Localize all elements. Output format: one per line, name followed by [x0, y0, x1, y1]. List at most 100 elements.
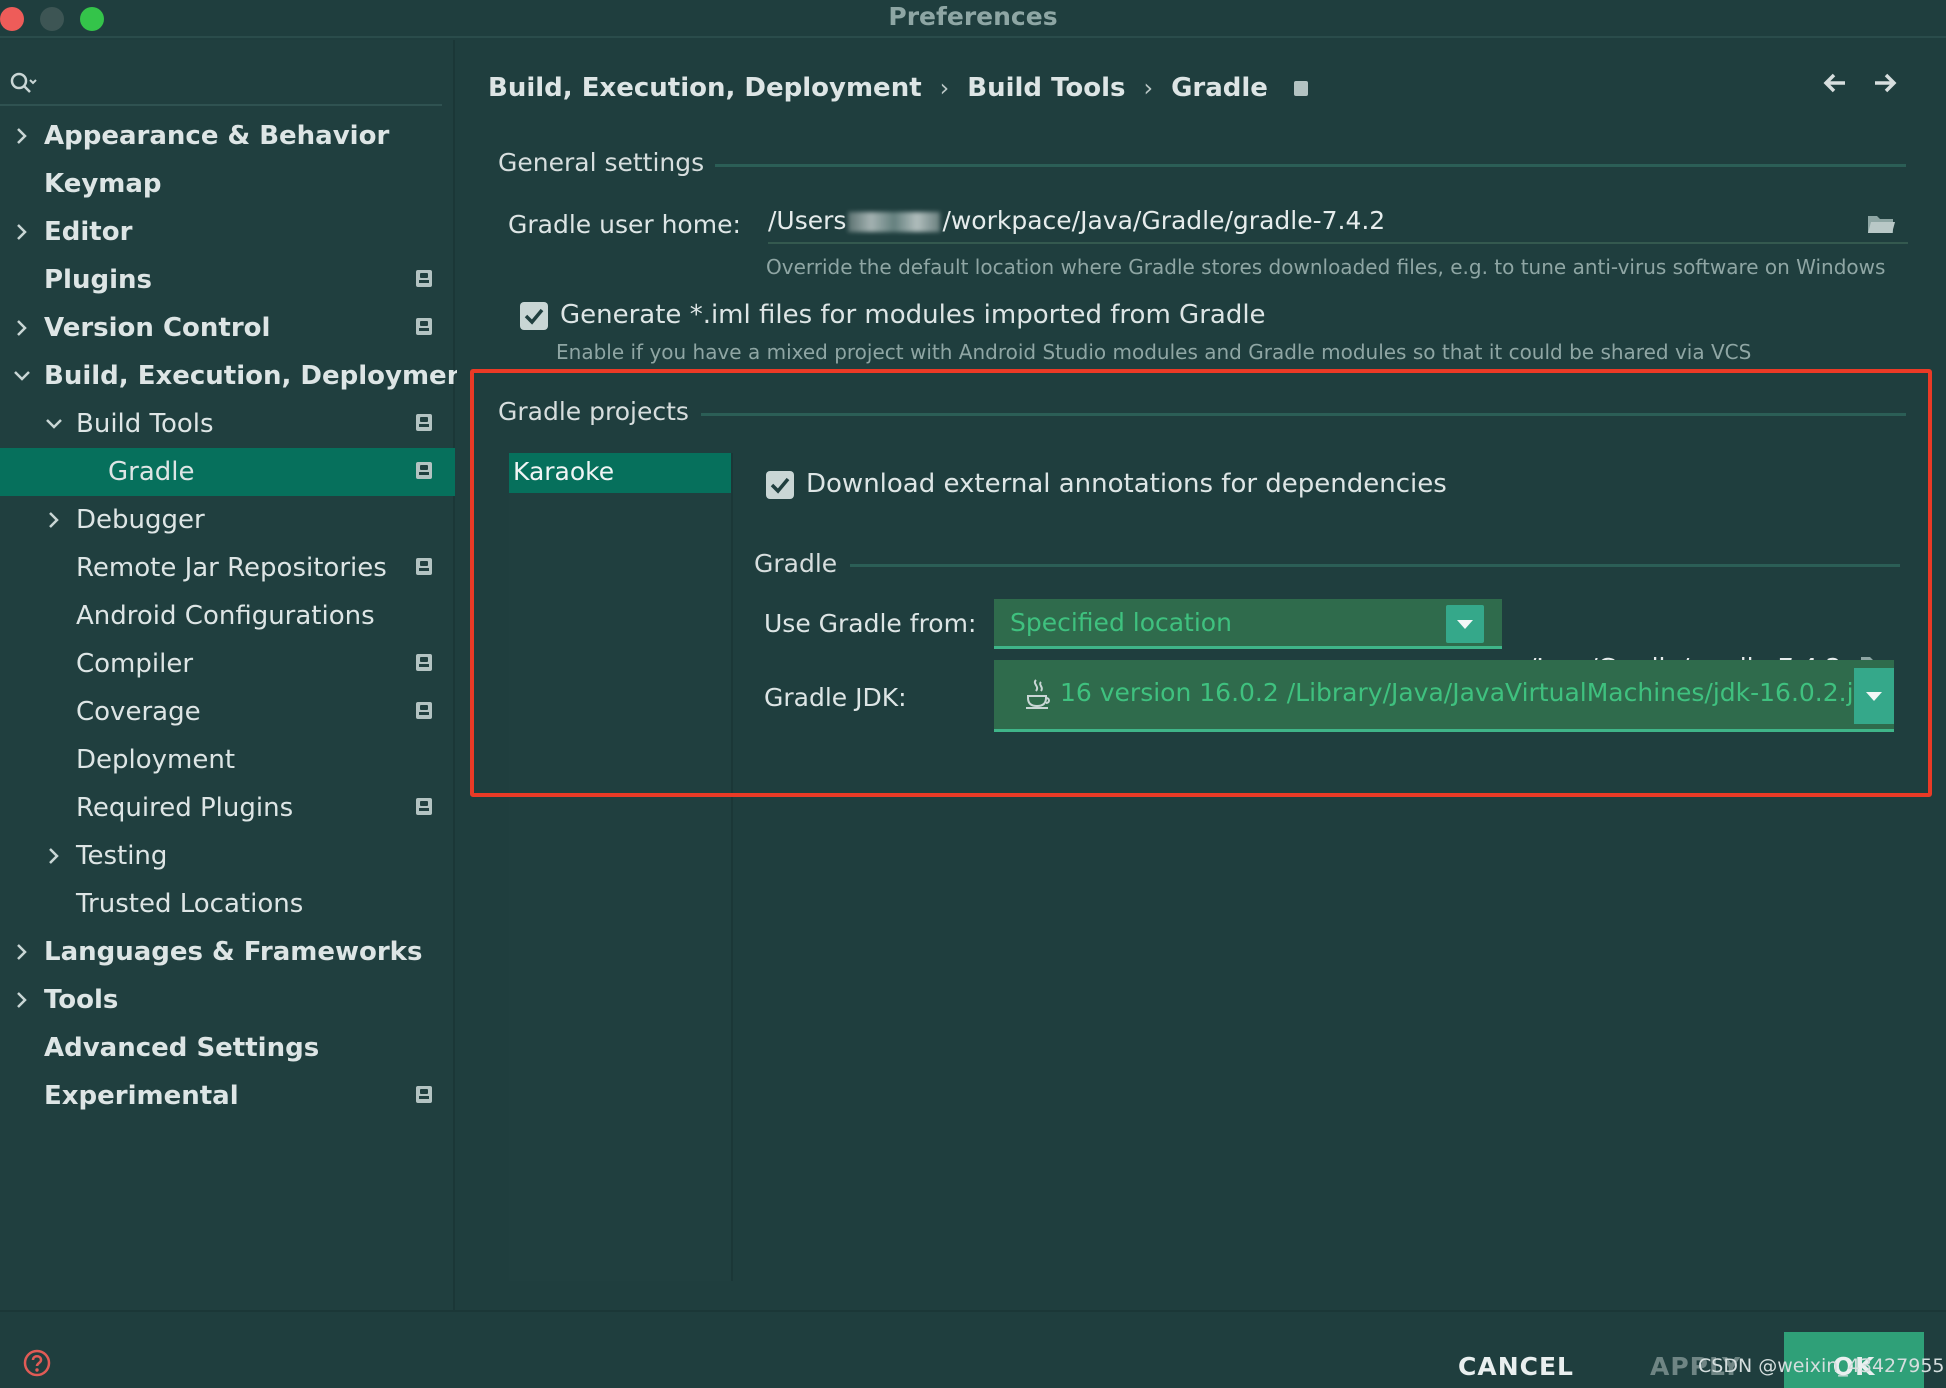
sidebar-item-label: Android Configurations — [76, 601, 375, 631]
sidebar-item-label: Build, Execution, Deployment — [44, 361, 478, 391]
sidebar-item-debugger[interactable]: Debugger — [0, 496, 455, 544]
sidebar-item-keymap[interactable]: Keymap — [0, 160, 455, 208]
back-arrow-icon[interactable] — [1821, 70, 1849, 96]
section-divider — [715, 164, 1906, 167]
use-gradle-from-value: Specified location — [1010, 608, 1232, 637]
project-level-icon — [416, 654, 432, 671]
sidebar-item-label: Trusted Locations — [76, 889, 304, 919]
forward-arrow-icon[interactable] — [1871, 70, 1899, 96]
chevron-right-icon[interactable] — [11, 221, 33, 243]
sidebar-item-advanced-settings[interactable]: Advanced Settings — [0, 1024, 455, 1072]
chevron-down-icon[interactable] — [43, 413, 65, 435]
sidebar-item-label: Languages & Frameworks — [44, 937, 423, 967]
project-level-icon — [416, 462, 432, 479]
sidebar-item-label: Keymap — [44, 169, 162, 199]
folder-browse-icon[interactable] — [1866, 212, 1896, 236]
project-level-icon — [416, 702, 432, 719]
sidebar-item-remote-jar-repositories[interactable]: Remote Jar Repositories — [0, 544, 455, 592]
sidebar-item-label: Required Plugins — [76, 793, 294, 823]
sidebar-item-android-configurations[interactable]: Android Configurations — [0, 592, 455, 640]
settings-tree: Appearance & Behavior Keymap Editor Plugins… — [0, 112, 478, 1120]
watermark-text: CSDN @weixin_43427955 — [1698, 1355, 1945, 1377]
chevron-down-icon[interactable] — [11, 365, 33, 387]
sidebar-item-label: Gradle — [108, 457, 195, 487]
sidebar-item-label: Coverage — [76, 697, 201, 727]
sidebar-item-label: Testing — [76, 841, 168, 871]
gradle-projects-list: Karaoke — [509, 453, 733, 1281]
checkmark-icon — [524, 308, 544, 325]
sidebar-item-trusted-locations[interactable]: Trusted Locations — [0, 880, 455, 928]
dialog-footer: CANCEL APPLY OK — [0, 1310, 1946, 1388]
use-gradle-from-select[interactable]: Specified location — [994, 599, 1502, 649]
breadcrumb: Build, Execution, Deployment › Build Too… — [488, 68, 1308, 108]
generate-iml-label[interactable]: Generate *.iml files for modules importe… — [560, 300, 1266, 330]
sidebar-item-languages-frameworks[interactable]: Languages & Frameworks — [0, 928, 455, 976]
gradle-user-home-hint: Override the default location where Grad… — [766, 255, 1886, 279]
sidebar-item-editor[interactable]: Editor — [0, 208, 455, 256]
chevron-right-icon[interactable] — [11, 317, 33, 339]
gradle-user-home-field[interactable]: /Users/workpace/Java/Gradle/gradle-7.4.2 — [768, 202, 1908, 244]
project-level-icon — [416, 270, 432, 287]
sidebar-item-required-plugins[interactable]: Required Plugins — [0, 784, 455, 832]
sidebar-item-label: Editor — [44, 217, 133, 247]
settings-sidebar: Appearance & Behavior Keymap Editor Plugins… — [0, 40, 478, 1310]
sidebar-item-label: Version Control — [44, 313, 271, 343]
redacted-username — [848, 212, 941, 232]
sidebar-item-label: Deployment — [76, 745, 236, 775]
search-icon[interactable] — [8, 70, 38, 98]
breadcrumb-item[interactable]: Build, Execution, Deployment — [488, 73, 922, 103]
chevron-right-icon[interactable] — [11, 125, 33, 147]
sidebar-item-version-control[interactable]: Version Control — [0, 304, 455, 352]
breadcrumb-item: Gradle — [1171, 73, 1268, 103]
gradle-jdk-value: 16 version 16.0.2 /Library/Java/JavaVirt… — [1060, 678, 1854, 707]
list-item-karaoke[interactable]: Karaoke — [509, 453, 731, 493]
breadcrumb-separator: › — [939, 74, 950, 102]
breadcrumb-separator: › — [1143, 74, 1154, 102]
sidebar-item-label: Build Tools — [76, 409, 214, 439]
window-title: Preferences — [888, 2, 1058, 31]
sidebar-item-label: Tools — [44, 985, 119, 1015]
use-gradle-from-label: Use Gradle from: — [764, 609, 977, 638]
download-annotations-label[interactable]: Download external annotations for depend… — [806, 469, 1447, 499]
chevron-right-icon[interactable] — [43, 509, 65, 531]
sidebar-item-appearance-behavior[interactable]: Appearance & Behavior — [0, 112, 455, 160]
chevron-down-icon[interactable] — [1854, 668, 1894, 724]
project-level-icon — [416, 414, 432, 431]
section-divider — [850, 564, 1900, 567]
project-level-icon — [416, 1086, 432, 1103]
sidebar-item-compiler[interactable]: Compiler — [0, 640, 455, 688]
project-level-icon — [416, 558, 432, 575]
general-settings-title: General settings — [498, 148, 705, 177]
chevron-down-icon[interactable] — [1446, 605, 1484, 643]
sidebar-item-plugins[interactable]: Plugins — [0, 256, 455, 304]
sidebar-item-label: Compiler — [76, 649, 194, 679]
sidebar-item-label: Plugins — [44, 265, 152, 295]
gradle-jdk-select[interactable]: 16 version 16.0.2 /Library/Java/JavaVirt… — [994, 660, 1894, 732]
generate-iml-hint: Enable if you have a mixed project with … — [556, 340, 1752, 364]
settings-search-input[interactable] — [44, 66, 434, 100]
gradle-projects-title: Gradle projects — [498, 397, 689, 426]
sidebar-item-build-tools[interactable]: Build Tools — [0, 400, 455, 448]
sidebar-item-coverage[interactable]: Coverage — [0, 688, 455, 736]
sidebar-item-experimental[interactable]: Experimental — [0, 1072, 455, 1120]
sidebar-item-label: Experimental — [44, 1081, 239, 1111]
chevron-right-icon[interactable] — [11, 941, 33, 963]
chevron-right-icon[interactable] — [43, 845, 65, 867]
gradle-user-home-suffix: /workpace/Java/Gradle/gradle-7.4.2 — [942, 206, 1386, 235]
sidebar-item-label: Remote Jar Repositories — [76, 553, 387, 583]
download-annotations-checkbox[interactable] — [766, 471, 794, 499]
sidebar-item-label: Appearance & Behavior — [44, 121, 390, 151]
chevron-right-icon[interactable] — [11, 989, 33, 1011]
project-level-icon — [416, 318, 432, 335]
sidebar-item-gradle[interactable]: Gradle — [0, 448, 455, 496]
cancel-button[interactable]: CANCEL — [1458, 1352, 1574, 1381]
sidebar-item-build-execution-deployment[interactable]: Build, Execution, Deployment — [0, 352, 478, 400]
sidebar-item-testing[interactable]: Testing — [0, 832, 455, 880]
sidebar-item-tools[interactable]: Tools — [0, 976, 455, 1024]
breadcrumb-item[interactable]: Build Tools — [967, 73, 1125, 103]
project-level-icon — [1293, 80, 1308, 96]
sidebar-item-deployment[interactable]: Deployment — [0, 736, 455, 784]
gradle-jdk-label: Gradle JDK: — [764, 683, 907, 712]
generate-iml-checkbox[interactable] — [520, 302, 548, 330]
help-icon[interactable] — [22, 1348, 52, 1378]
